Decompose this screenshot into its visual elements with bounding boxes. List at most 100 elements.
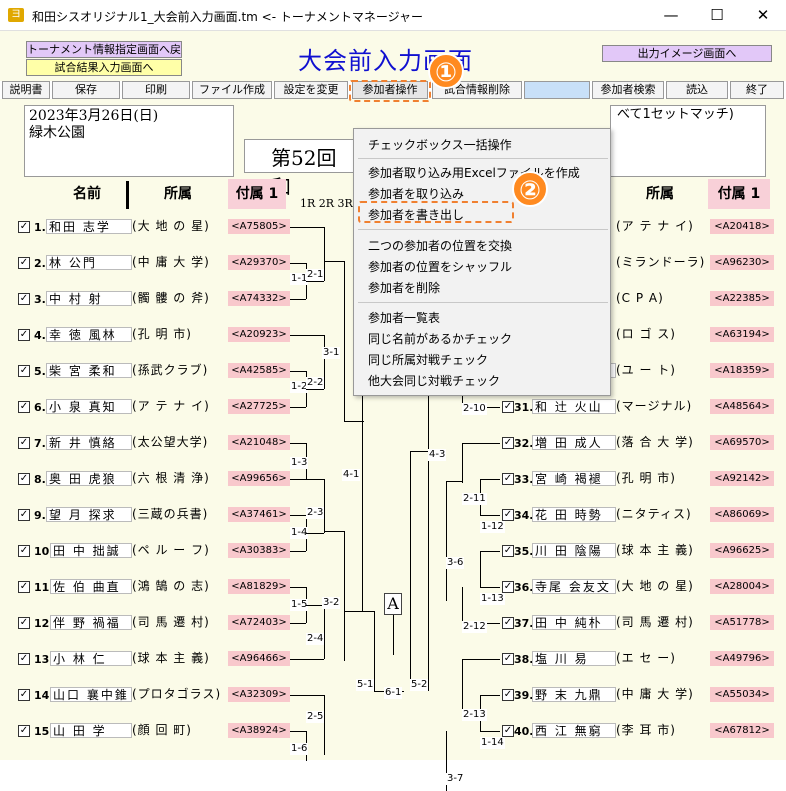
menu-create-excel[interactable]: 参加者取り込み用Excelファイルを作成 (368, 164, 580, 182)
player-name[interactable]: 西 江 無窮 (532, 723, 616, 738)
player-checkbox[interactable]: ✓ (502, 725, 514, 737)
player-name[interactable]: 幸 徳 風林 (46, 327, 132, 342)
match-label[interactable]: 5-1 (356, 679, 375, 691)
player-checkbox[interactable]: ✓ (18, 653, 30, 665)
match-label[interactable]: 1-12 (480, 521, 505, 533)
match-label[interactable]: 2-12 (462, 621, 487, 633)
player-checkbox[interactable]: ✓ (18, 617, 30, 629)
menu-checkbox-bulk[interactable]: チェックボックス一括操作 (368, 136, 512, 154)
player-checkbox[interactable]: ✓ (502, 473, 514, 485)
menu-shuffle-participants[interactable]: 参加者の位置をシャッフル (368, 258, 512, 276)
player-checkbox[interactable]: ✓ (18, 221, 30, 233)
match-label[interactable]: 4-3 (428, 449, 447, 461)
player-checkbox[interactable]: ✓ (18, 293, 30, 305)
change-settings-button[interactable]: 設定を変更 (274, 81, 348, 99)
player-name[interactable]: 花 田 時勢 (532, 507, 616, 522)
match-label[interactable]: 2-11 (462, 493, 487, 505)
player-name[interactable]: 田 中 純朴 (532, 615, 616, 630)
print-button[interactable]: 印刷 (122, 81, 190, 99)
player-name[interactable]: 増 田 成人 (532, 435, 616, 450)
match-label[interactable]: 3-1 (322, 347, 341, 359)
player-checkbox[interactable]: ✓ (502, 689, 514, 701)
back-to-tournament-info-button[interactable]: トーナメント情報指定画面へ戻る (26, 41, 182, 71)
player-checkbox[interactable]: ✓ (502, 437, 514, 449)
player-checkbox[interactable]: ✓ (18, 257, 30, 269)
player-name[interactable]: 伴 野 禍福 (50, 615, 132, 630)
player-checkbox[interactable]: ✓ (18, 329, 30, 341)
match-label[interactable]: 2-10 (462, 403, 487, 415)
match-label[interactable]: 1-6 (290, 743, 309, 755)
match-label[interactable]: 3-7 (446, 773, 465, 785)
match-label[interactable]: 2-4 (306, 633, 325, 645)
match-label[interactable]: 1-3 (290, 457, 309, 469)
player-name[interactable]: 和 辻 火山 (532, 399, 616, 414)
date-venue-box[interactable]: 2023年3月26日(日) 緑木公園 (24, 105, 234, 177)
player-name[interactable]: 野 末 九鼎 (532, 687, 616, 702)
menu-participant-list[interactable]: 参加者一覧表 (368, 309, 440, 327)
player-name[interactable]: 奥 田 虎狼 (46, 471, 132, 486)
player-checkbox[interactable]: ✓ (502, 653, 514, 665)
event-name-box[interactable]: 第52回和 (244, 139, 364, 199)
match-label[interactable]: 1-14 (480, 737, 505, 749)
player-name[interactable]: 中 村 射 (46, 291, 132, 306)
player-name[interactable]: 和田 志学 (46, 219, 132, 234)
maximize-button[interactable]: ☐ (694, 0, 740, 31)
search-participant-button[interactable]: 参加者検索 (592, 81, 664, 99)
player-checkbox[interactable]: ✓ (502, 545, 514, 557)
player-checkbox[interactable]: ✓ (502, 401, 514, 413)
player-checkbox[interactable]: ✓ (502, 617, 514, 629)
player-name[interactable]: 宮 崎 褐褪 (532, 471, 616, 486)
match-label[interactable]: 1-13 (480, 593, 505, 605)
match-label[interactable]: 4-1 (342, 469, 361, 481)
player-name[interactable]: 寺尾 会友文 (532, 579, 616, 594)
save-button[interactable]: 保存 (52, 81, 120, 99)
minimize-button[interactable]: — (648, 0, 694, 31)
match-label[interactable]: 2-13 (462, 709, 487, 721)
player-checkbox[interactable]: ✓ (18, 725, 30, 737)
player-checkbox[interactable]: ✓ (18, 689, 30, 701)
match-label[interactable]: 6-1 (384, 687, 403, 699)
player-name[interactable]: 佐 伯 曲直 (50, 579, 132, 594)
player-checkbox[interactable]: ✓ (18, 365, 30, 377)
menu-check-other-event[interactable]: 他大会同じ対戦チェック (368, 372, 500, 390)
load-button[interactable]: 読込 (666, 81, 728, 99)
player-affiliation: (マージナル) (616, 399, 693, 413)
menu-delete-participants[interactable]: 参加者を削除 (368, 279, 440, 297)
player-checkbox[interactable]: ✓ (18, 581, 30, 593)
player-name[interactable]: 新 井 慎絡 (46, 435, 132, 450)
match-label[interactable]: 2-1 (306, 269, 325, 281)
player-name[interactable]: 柴 宮 柔和 (46, 363, 132, 378)
close-button[interactable]: ✕ (740, 0, 786, 31)
player-name[interactable]: 林 公門 (46, 255, 132, 270)
player-name[interactable]: 山 田 学 (50, 723, 132, 738)
player-checkbox[interactable]: ✓ (502, 581, 514, 593)
match-label[interactable]: 5-2 (410, 679, 429, 691)
create-file-button[interactable]: ファイル作成 (192, 81, 272, 99)
match-label[interactable]: 2-3 (306, 507, 325, 519)
results-entry-button[interactable]: 試合結果入力画面へ (26, 59, 182, 76)
player-checkbox[interactable]: ✓ (18, 545, 30, 557)
match-label[interactable]: 2-2 (306, 377, 325, 389)
match-label[interactable]: 2-5 (306, 711, 325, 723)
player-checkbox[interactable]: ✓ (18, 401, 30, 413)
player-checkbox[interactable]: ✓ (18, 509, 30, 521)
player-name[interactable]: 塩 川 易 (532, 651, 616, 666)
player-name[interactable]: 望 月 探求 (46, 507, 132, 522)
exit-button[interactable]: 終了 (730, 81, 784, 99)
player-name[interactable]: 田 中 拙誠 (50, 543, 132, 558)
player-name[interactable]: 小 泉 真知 (46, 399, 132, 414)
player-checkbox[interactable]: ✓ (18, 437, 30, 449)
player-checkbox[interactable]: ✓ (502, 509, 514, 521)
player-name[interactable]: 川 田 陰陽 (532, 543, 616, 558)
menu-check-same-name[interactable]: 同じ名前があるかチェック (368, 330, 512, 348)
player-name[interactable]: 山口 襄中錐 (50, 687, 132, 702)
player-name[interactable]: 小 林 仁 (50, 651, 132, 666)
match-label[interactable]: 3-2 (322, 597, 341, 609)
manual-button[interactable]: 説明書 (2, 81, 50, 99)
output-image-button[interactable]: 出力イメージ画面へ (602, 45, 772, 62)
rule-box[interactable]: べて1セットマッチ) (610, 105, 766, 177)
match-label[interactable]: 3-6 (446, 557, 465, 569)
menu-swap-participants[interactable]: 二つの参加者の位置を交換 (368, 237, 512, 255)
menu-check-same-affiliation[interactable]: 同じ所属対戦チェック (368, 351, 488, 369)
player-checkbox[interactable]: ✓ (18, 473, 30, 485)
